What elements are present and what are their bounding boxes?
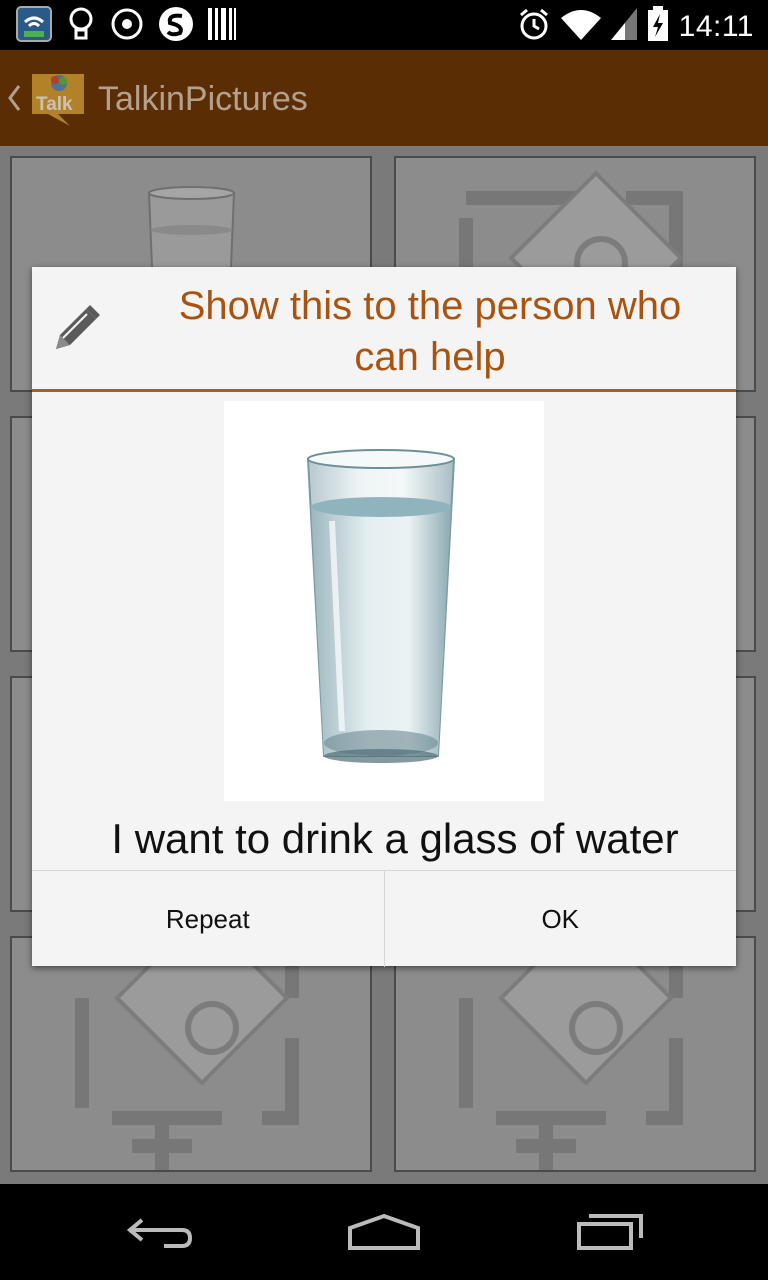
status-bar: 14:11	[0, 0, 768, 50]
talk-logo-icon[interactable]: Talk	[28, 70, 88, 133]
battery-charging-icon	[647, 6, 669, 47]
dialog-header: Show this to the person who can help	[32, 267, 736, 392]
status-time: 14:11	[678, 9, 754, 43]
lightbulb-icon	[66, 6, 96, 47]
cell-signal-icon	[610, 8, 637, 45]
s-circle-icon	[158, 6, 194, 47]
navigation-bar	[0, 1184, 768, 1280]
dialog-button-bar: Repeat OK	[32, 870, 736, 967]
alarm-icon	[517, 7, 551, 46]
chevron-left-icon[interactable]	[6, 84, 22, 117]
ok-button[interactable]: OK	[383, 871, 737, 967]
dialog-title: Show this to the person who can help	[178, 284, 682, 379]
barcode-icon	[208, 8, 236, 45]
wifi-signal-icon	[560, 8, 601, 45]
grid-tile[interactable]	[10, 936, 372, 1172]
add-picture-icon	[459, 938, 683, 1170]
recent-apps-icon[interactable]	[555, 1202, 665, 1262]
help-dialog: Show this to the person who can help I w…	[32, 267, 736, 967]
grid-tile[interactable]	[394, 936, 756, 1172]
app-title: TalkinPictures	[98, 80, 308, 118]
back-icon[interactable]	[104, 1202, 214, 1262]
target-icon	[110, 7, 144, 46]
wifi-app-icon	[16, 6, 52, 47]
repeat-button[interactable]: Repeat	[32, 871, 384, 967]
talk-logo-text: Talk	[36, 94, 73, 115]
dialog-message: I want to drink a glass of water	[111, 815, 679, 862]
home-icon[interactable]	[329, 1202, 439, 1262]
action-bar: Talk TalkinPictures	[0, 50, 768, 146]
glass-of-water-image	[224, 401, 544, 801]
pencil-icon	[50, 301, 104, 360]
add-picture-icon	[75, 938, 299, 1170]
